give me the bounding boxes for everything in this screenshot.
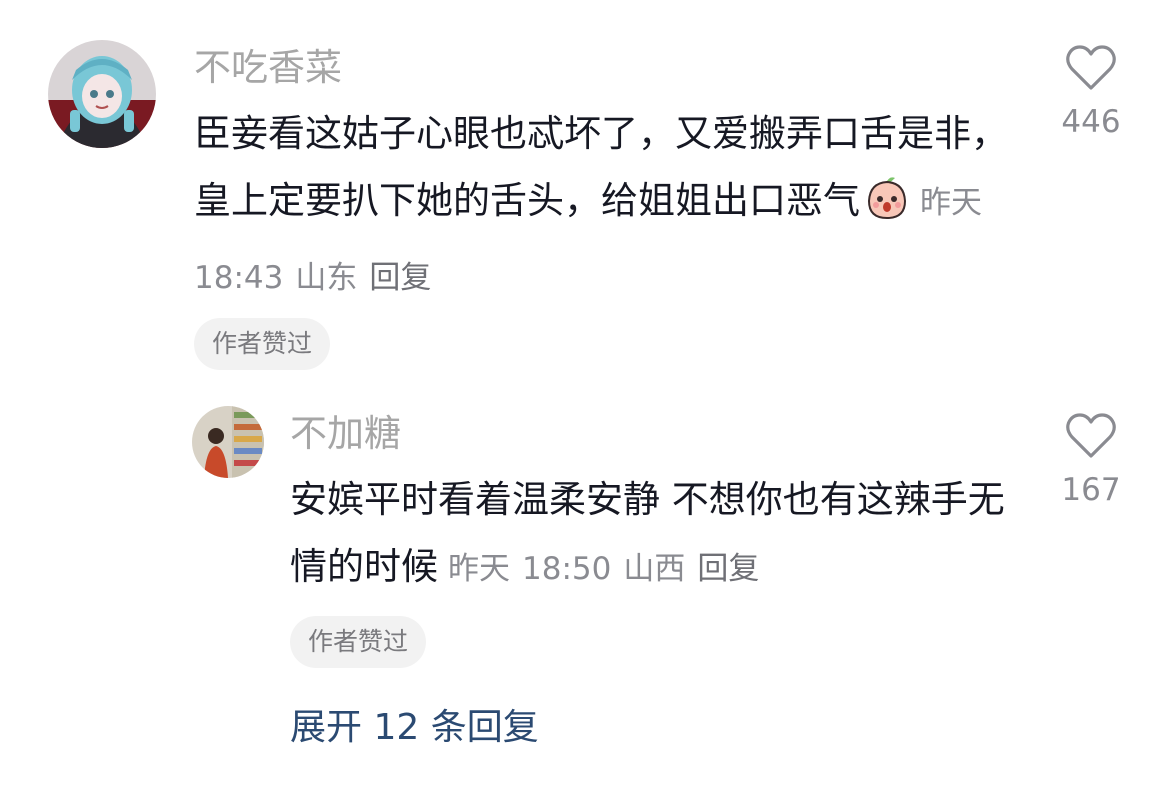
comment-body[interactable]: 安嫔平时看着温柔安静 不想你也有这辣手无情的时候 昨天 18:50 山西 回复 xyxy=(290,466,1010,603)
like-count: 167 xyxy=(1061,472,1121,508)
comment-body[interactable]: 臣妾看这姑子心眼也忒坏了，又爱搬弄口舌是非，皇上定要扒下她的舌头，给姐姐出口恶气… xyxy=(194,100,1014,312)
comment-time: 18:50 xyxy=(522,551,612,587)
comment-meta: 昨天 18:50 山西 回复 xyxy=(448,551,771,587)
avatar[interactable] xyxy=(48,40,156,148)
heart-outline-icon xyxy=(1066,413,1116,458)
comment-date: 昨天 xyxy=(920,185,982,221)
author-liked-badge: 作者赞过 xyxy=(194,318,331,370)
comment-username[interactable]: 不加糖 xyxy=(290,415,401,452)
reply-button[interactable]: 回复 xyxy=(697,551,759,587)
peach-face-emoji-icon xyxy=(864,175,910,242)
reply-button[interactable]: 回复 xyxy=(369,260,431,296)
comment-time: 18:43 xyxy=(194,260,284,296)
avatar[interactable] xyxy=(192,406,264,478)
like-button[interactable]: 446 xyxy=(1046,44,1136,140)
comment-date: 昨天 xyxy=(448,551,510,587)
comment-username[interactable]: 不吃香菜 xyxy=(194,49,342,86)
heart-outline-icon xyxy=(1066,45,1116,90)
comment-location: 山东 xyxy=(295,260,358,296)
expand-replies-button[interactable]: 展开 12 条回复 xyxy=(290,698,539,750)
like-button[interactable]: 167 xyxy=(1046,412,1136,508)
author-liked-badge: 作者赞过 xyxy=(290,616,427,668)
comment-thread: 不吃香菜 臣妾看这姑子心眼也忒坏了，又爱搬弄口舌是非，皇上定要扒下她的舌头，给姐… xyxy=(0,0,1170,796)
like-count: 446 xyxy=(1061,104,1121,140)
comment-location: 山西 xyxy=(623,551,686,587)
